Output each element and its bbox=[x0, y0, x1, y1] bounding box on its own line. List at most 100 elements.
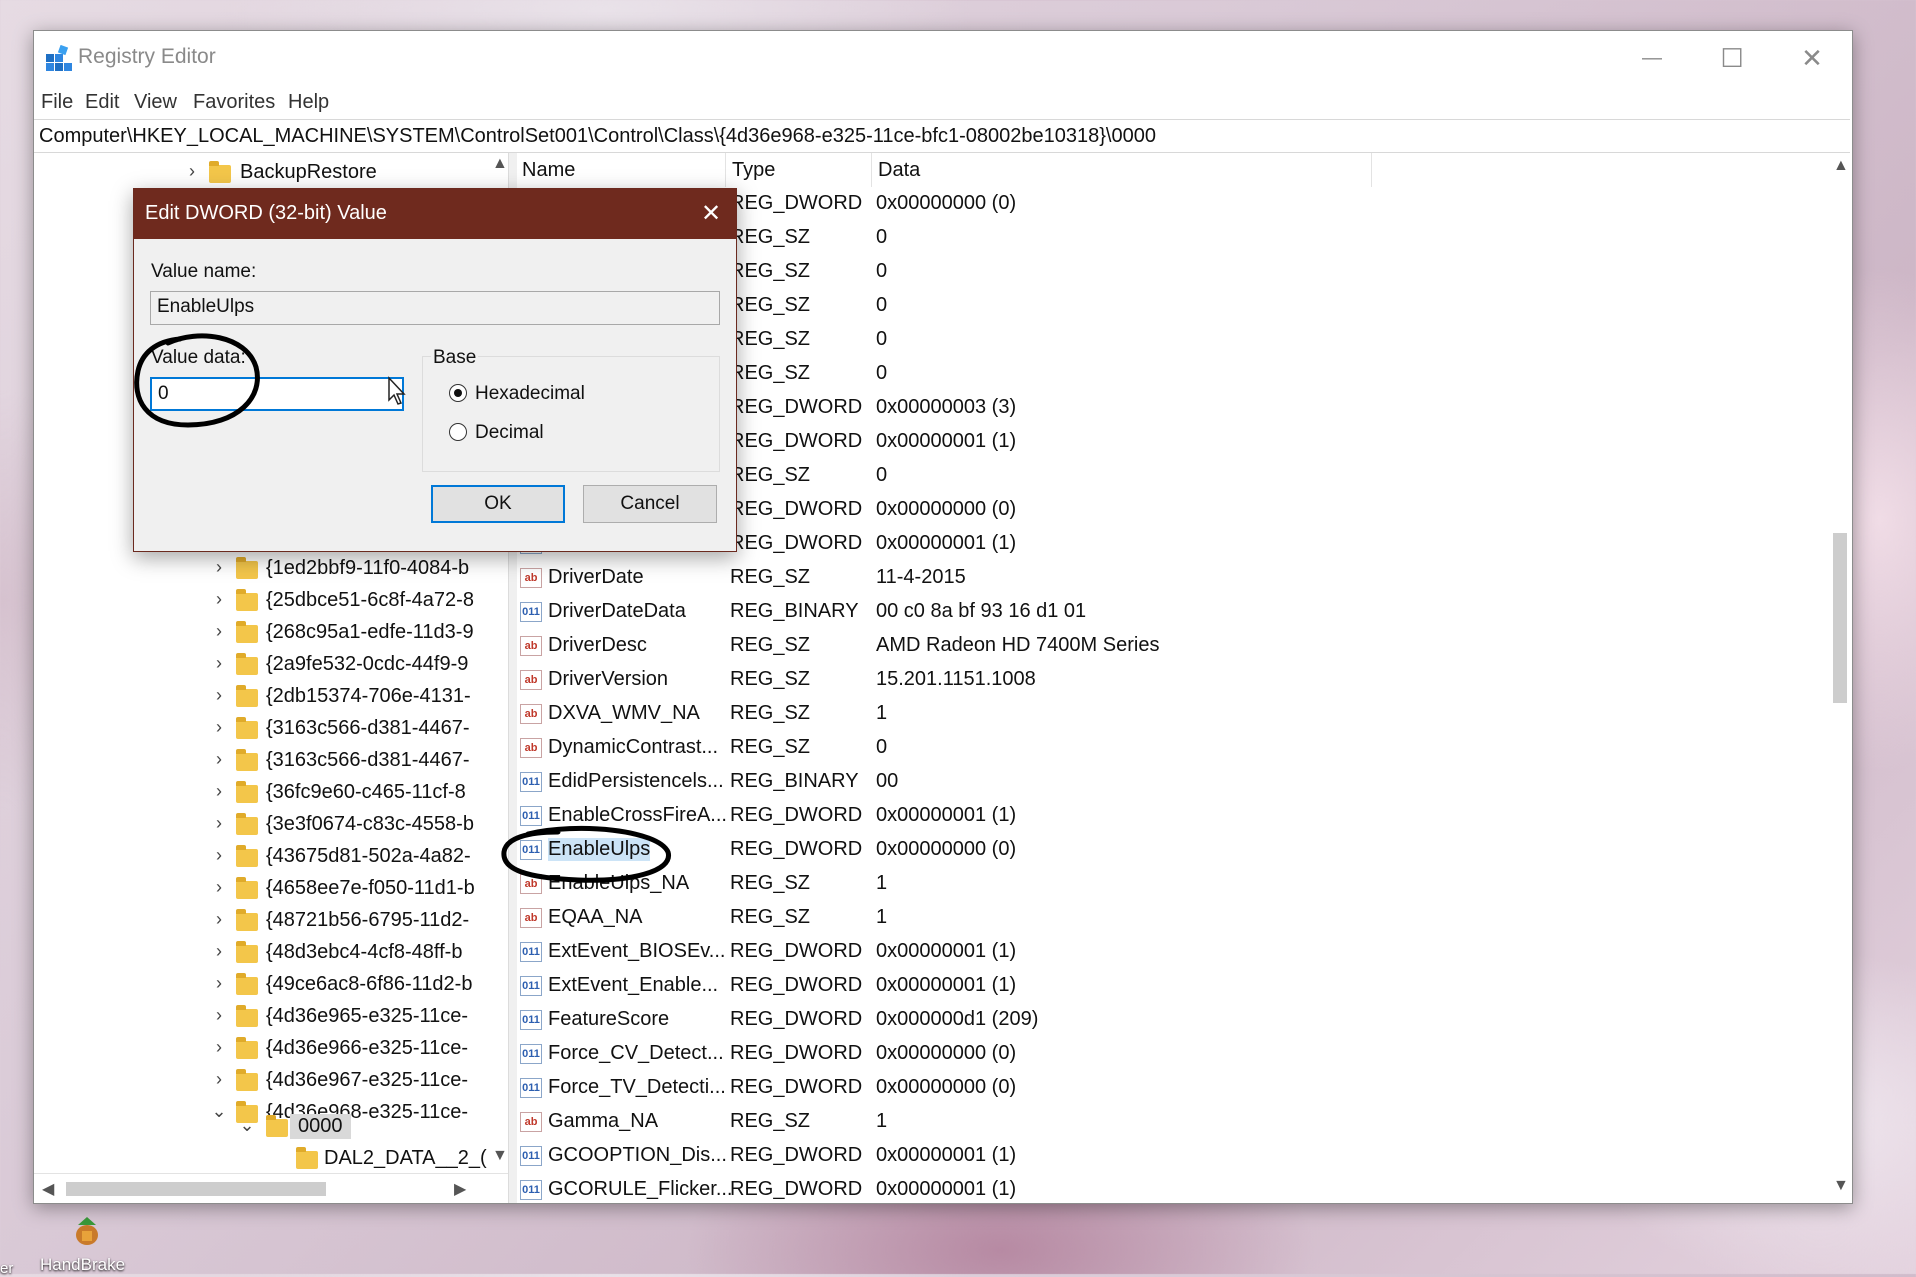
menu-view[interactable]: View bbox=[134, 91, 177, 114]
handbrake-icon[interactable] bbox=[72, 1215, 102, 1247]
tree-item[interactable]: › BackupRestore bbox=[34, 157, 489, 189]
table-row[interactable]: 011 Force_CV_Detect... REG_DWORD 0x00000000… bbox=[516, 1037, 1816, 1071]
handbrake-label[interactable]: HandBrake bbox=[40, 1255, 125, 1275]
chevron-right-icon[interactable]: › bbox=[211, 973, 227, 995]
chevron-right-icon[interactable]: › bbox=[211, 717, 227, 739]
scroll-left-icon[interactable]: ◀ bbox=[42, 1179, 54, 1199]
table-row[interactable]: 011 DriverDateData REG_BINARY 00 c0 8a bf 9… bbox=[516, 595, 1816, 629]
tree-item[interactable]: › {4658ee7e-f050-11d1-b bbox=[34, 873, 489, 905]
table-row[interactable]: 011 ExtEvent_Enable... REG_DWORD 0x00000001… bbox=[516, 969, 1816, 1003]
tree-item[interactable]: › {3163c566-d381-4467- bbox=[34, 745, 489, 777]
chevron-right-icon[interactable]: › bbox=[211, 1037, 227, 1059]
menu-help[interactable]: Help bbox=[288, 91, 329, 114]
chevron-right-icon[interactable]: › bbox=[211, 749, 227, 771]
menu-file[interactable]: File bbox=[41, 91, 73, 114]
chevron-right-icon[interactable]: › bbox=[211, 813, 227, 835]
tree-item[interactable]: › {48721b56-6795-11d2- bbox=[34, 905, 489, 937]
address-bar[interactable]: Computer\HKEY_LOCAL_MACHINE\SYSTEM\Contr… bbox=[34, 119, 1850, 153]
value-type: REG_DWORD bbox=[730, 804, 863, 826]
dialog-close-icon[interactable]: ✕ bbox=[692, 195, 730, 233]
tree-item[interactable]: › {4d36e965-e325-11ce- bbox=[34, 1001, 489, 1033]
table-row[interactable]: 011 EnableCrossFireA... REG_DWORD 0x0000000… bbox=[516, 799, 1816, 833]
chevron-right-icon[interactable]: › bbox=[184, 161, 200, 183]
scroll-up-icon[interactable]: ▲ bbox=[1833, 157, 1849, 175]
chevron-right-icon[interactable]: › bbox=[211, 653, 227, 675]
tree-item[interactable]: › {268c95a1-edfe-11d3-9 bbox=[34, 617, 489, 649]
chevron-right-icon[interactable]: › bbox=[211, 941, 227, 963]
chevron-right-icon[interactable]: › bbox=[211, 909, 227, 931]
tree-item[interactable]: › {25dbce51-6c8f-4a72-8 bbox=[34, 585, 489, 617]
scroll-up-icon[interactable]: ▲ bbox=[492, 155, 508, 173]
table-row[interactable]: 011 ExtEvent_BIOSEv... REG_DWORD 0x00000001… bbox=[516, 935, 1816, 969]
table-row[interactable]: 011 FeatureScore REG_DWORD 0x000000d1 (209) bbox=[516, 1003, 1816, 1037]
menu-edit[interactable]: Edit bbox=[85, 91, 119, 114]
decimal-radio[interactable] bbox=[449, 423, 467, 441]
tree-item[interactable]: DAL2_DATA__2_( bbox=[34, 1143, 489, 1175]
table-row[interactable]: ab DynamicContrast... REG_SZ 0 bbox=[516, 731, 1816, 765]
table-row[interactable]: ab EQAA_NA REG_SZ 1 bbox=[516, 901, 1816, 935]
title-bar[interactable]: Registry Editor — ☐ ✕ bbox=[34, 31, 1852, 85]
table-row[interactable]: ab EnableUlps_NA REG_SZ 1 bbox=[516, 867, 1816, 901]
table-row[interactable]: ab DXVA_WMV_NA REG_SZ 1 bbox=[516, 697, 1816, 731]
minimize-button[interactable]: — bbox=[1612, 31, 1692, 85]
table-row[interactable]: 011 GCOOPTION_Dis... REG_DWORD 0x00000001 (… bbox=[516, 1139, 1816, 1173]
list-vertical-scrollbar[interactable]: ▲ ▼ bbox=[1830, 153, 1850, 1201]
tree-item[interactable]: › {48d3ebc4-4cf8-48ff-b bbox=[34, 937, 489, 969]
chevron-down-icon[interactable]: ⌄ bbox=[239, 1115, 255, 1137]
chevron-right-icon[interactable]: › bbox=[211, 589, 227, 611]
tree-item[interactable]: › {3e3f0674-c83c-4558-b bbox=[34, 809, 489, 841]
menu-favorites[interactable]: Favorites bbox=[193, 91, 275, 114]
tree-item[interactable]: › {2a9fe532-0cdc-44f9-9 bbox=[34, 649, 489, 681]
column-header-type[interactable]: Type bbox=[726, 153, 872, 187]
chevron-right-icon[interactable]: › bbox=[211, 845, 227, 867]
table-row[interactable]: ab DriverVersion REG_SZ 15.201.1151.1008 bbox=[516, 663, 1816, 697]
close-button[interactable]: ✕ bbox=[1772, 31, 1852, 85]
table-row[interactable]: 011 EdidPersistencels... REG_BINARY 00 bbox=[516, 765, 1816, 799]
tree-item-selected[interactable]: ⌄ 0000 bbox=[34, 1111, 489, 1143]
value-type: REG_SZ bbox=[730, 736, 811, 758]
scroll-thumb[interactable] bbox=[66, 1182, 326, 1196]
chevron-right-icon[interactable]: › bbox=[211, 685, 227, 707]
tree-item[interactable]: › {36fc9e60-c465-11cf-8 bbox=[34, 777, 489, 809]
tree-item[interactable]: › {43675d81-502a-4a82- bbox=[34, 841, 489, 873]
tree-item[interactable]: › {1ed2bbf9-11f0-4084-b bbox=[34, 553, 489, 585]
column-header-name[interactable]: Name bbox=[516, 153, 726, 187]
hexadecimal-radio[interactable] bbox=[449, 384, 467, 402]
table-row[interactable]: ab DriverDesc REG_SZ AMD Radeon HD 7400M Se… bbox=[516, 629, 1816, 663]
binary-value-icon: 011 bbox=[520, 942, 542, 962]
chevron-right-icon[interactable]: › bbox=[211, 781, 227, 803]
scroll-down-icon[interactable]: ▼ bbox=[492, 1147, 508, 1165]
scroll-thumb[interactable] bbox=[1833, 533, 1847, 703]
tree-horizontal-scrollbar[interactable]: ◀ ▶ bbox=[34, 1173, 508, 1203]
table-row[interactable]: ab Gamma_NA REG_SZ 1 bbox=[516, 1105, 1816, 1139]
maximize-button[interactable]: ☐ bbox=[1692, 31, 1772, 85]
chevron-right-icon[interactable]: › bbox=[211, 877, 227, 899]
chevron-right-icon[interactable]: › bbox=[211, 557, 227, 579]
address-path[interactable]: Computer\HKEY_LOCAL_MACHINE\SYSTEM\Contr… bbox=[39, 125, 1156, 148]
value-data: 0 bbox=[876, 328, 888, 350]
decimal-label[interactable]: Decimal bbox=[475, 422, 544, 444]
table-row[interactable]: 011 EnableUlps REG_DWORD 0x00000000 (0) bbox=[516, 833, 1816, 867]
value-data-field[interactable]: 0 bbox=[150, 377, 404, 411]
tree-item[interactable]: › {4d36e966-e325-11ce- bbox=[34, 1033, 489, 1065]
dialog-title-bar[interactable]: Edit DWORD (32-bit) Value ✕ bbox=[134, 189, 736, 239]
chevron-right-icon[interactable]: › bbox=[211, 1005, 227, 1027]
string-value-icon: ab bbox=[520, 738, 542, 758]
scroll-right-icon[interactable]: ▶ bbox=[454, 1179, 466, 1199]
scroll-down-icon[interactable]: ▼ bbox=[1833, 1177, 1849, 1195]
chevron-right-icon[interactable]: › bbox=[211, 1069, 227, 1091]
column-header-data[interactable]: Data bbox=[872, 153, 1372, 187]
value-name-field[interactable]: EnableUlps bbox=[150, 291, 720, 325]
table-row[interactable]: ab DriverDate REG_SZ 11-4-2015 bbox=[516, 561, 1816, 595]
chevron-right-icon[interactable]: › bbox=[211, 621, 227, 643]
tree-item[interactable]: › {2db15374-706e-4131- bbox=[34, 681, 489, 713]
tree-item[interactable]: › {4d36e967-e325-11ce- bbox=[34, 1065, 489, 1097]
cancel-button[interactable]: Cancel bbox=[583, 485, 717, 523]
tree-item[interactable]: › {3163c566-d381-4467- bbox=[34, 713, 489, 745]
dialog-title: Edit DWORD (32-bit) Value bbox=[145, 202, 387, 224]
hexadecimal-label[interactable]: Hexadecimal bbox=[475, 383, 585, 405]
table-row[interactable]: 011 Force_TV_Detecti... REG_DWORD 0x0000000… bbox=[516, 1071, 1816, 1105]
ok-button[interactable]: OK bbox=[431, 485, 565, 523]
table-row[interactable]: 011 GCORULE_Flicker... REG_DWORD 0x00000001… bbox=[516, 1173, 1816, 1203]
tree-item[interactable]: › {49ce6ac8-6f86-11d2-b bbox=[34, 969, 489, 1001]
